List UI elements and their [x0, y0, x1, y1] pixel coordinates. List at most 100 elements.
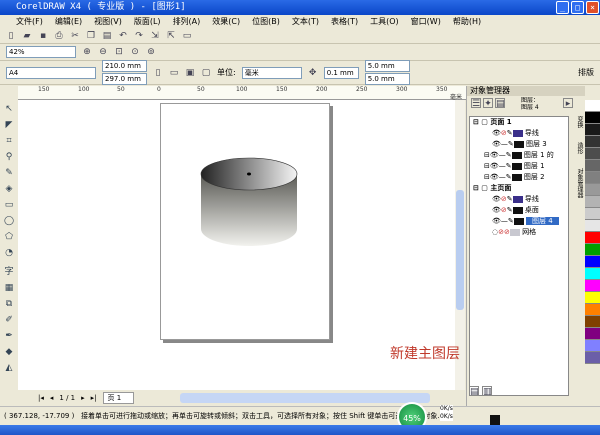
- layer-row[interactable]: ⊟👁—✎ 图层 1 的: [484, 150, 554, 161]
- layer-row-selected[interactable]: 👁—✎ 图层 4: [492, 216, 559, 227]
- cut-icon[interactable]: ✂: [70, 31, 80, 41]
- palette-swatch[interactable]: [585, 352, 600, 364]
- menu-layout[interactable]: 版面(L): [134, 15, 161, 28]
- redo-icon[interactable]: ↷: [134, 31, 144, 41]
- zoom-all-icon[interactable]: ⊙: [130, 47, 140, 57]
- palette-swatch[interactable]: [585, 124, 600, 136]
- zoom-selected-icon[interactable]: ⊡: [114, 47, 124, 57]
- palette-swatch[interactable]: [585, 220, 600, 232]
- interactive-fill-icon[interactable]: ◭: [6, 363, 13, 373]
- paper-height-input[interactable]: 297.0 mm: [102, 73, 147, 85]
- palette-swatch[interactable]: [585, 100, 600, 112]
- tab-transform[interactable]: 变换: [573, 116, 585, 128]
- new-icon[interactable]: ▯: [6, 31, 16, 41]
- export-icon[interactable]: ⇱: [166, 31, 176, 41]
- duplicate-y-input[interactable]: 5.0 mm: [364, 73, 410, 85]
- paper-size-select[interactable]: A4: [6, 66, 96, 79]
- palette-swatch[interactable]: [585, 172, 600, 184]
- palette-swatch[interactable]: [585, 196, 600, 208]
- duplicate-x-input[interactable]: 5.0 mm: [364, 60, 410, 72]
- landscape-icon[interactable]: ▭: [169, 68, 179, 78]
- layer-row[interactable]: 👁—✎ 图层 3: [492, 139, 547, 150]
- crop-tool-icon[interactable]: ⌗: [6, 136, 11, 146]
- menu-tools[interactable]: 工具(O): [370, 15, 399, 28]
- menu-table[interactable]: 表格(T): [331, 15, 358, 28]
- palette-swatch[interactable]: [585, 280, 600, 292]
- edit-across-layers-icon[interactable]: ✦: [483, 98, 493, 109]
- document-page[interactable]: [160, 103, 330, 340]
- tree-master-page[interactable]: ⊟ ▢ 主页面: [473, 183, 511, 194]
- paste-icon[interactable]: ▤: [102, 31, 112, 41]
- layer-row[interactable]: 👁⊘✎ 桌面: [492, 205, 539, 216]
- menu-help[interactable]: 帮助(H): [453, 15, 481, 28]
- print-icon[interactable]: ⎙: [54, 31, 64, 41]
- current-page-icon[interactable]: ▢: [201, 68, 211, 78]
- all-pages-icon[interactable]: ▣: [185, 68, 195, 78]
- pick-tool-icon[interactable]: ↖: [5, 104, 13, 114]
- menu-window[interactable]: 窗口(W): [411, 15, 441, 28]
- tree-page-1[interactable]: ⊟ ▢ 页面 1: [473, 117, 512, 128]
- close-button[interactable]: ×: [586, 1, 599, 14]
- freehand-tool-icon[interactable]: ✎: [5, 168, 13, 178]
- menu-text[interactable]: 文本(T): [292, 15, 319, 28]
- paper-width-input[interactable]: 210.0 mm: [102, 60, 147, 72]
- basic-shapes-icon[interactable]: ◔: [5, 248, 13, 258]
- outline-tool-icon[interactable]: ✒: [5, 331, 13, 341]
- options-button[interactable]: 排版: [578, 67, 594, 78]
- layer-manager-view-icon[interactable]: ▤: [495, 98, 505, 109]
- portrait-icon[interactable]: ▯: [153, 68, 163, 78]
- undo-icon[interactable]: ↶: [118, 31, 128, 41]
- rectangle-tool-icon[interactable]: ▭: [5, 200, 14, 210]
- tab-object-manager[interactable]: 对象管理器: [573, 168, 585, 198]
- palette-swatch[interactable]: [585, 148, 600, 160]
- maximize-button[interactable]: □: [571, 1, 584, 14]
- fill-tool-icon[interactable]: ◆: [6, 347, 13, 357]
- publish-pdf-icon[interactable]: ▭: [182, 31, 192, 41]
- layer-row[interactable]: ◌⊘⊘ 网格: [492, 227, 536, 238]
- horizontal-scrollbar[interactable]: [180, 393, 431, 403]
- palette-swatch[interactable]: [585, 184, 600, 196]
- shape-tool-icon[interactable]: ◤: [6, 120, 13, 130]
- palette-swatch[interactable]: [585, 292, 600, 304]
- new-layer-icon[interactable]: ▤: [469, 386, 479, 397]
- nudge-input[interactable]: 0.1 mm: [323, 66, 359, 79]
- palette-swatch[interactable]: [585, 340, 600, 352]
- layer-row[interactable]: ⊟👁—✎ 图层 1: [484, 161, 545, 172]
- zoom-tool-icon[interactable]: ⚲: [6, 152, 13, 162]
- new-master-layer-icon[interactable]: ▥: [482, 386, 492, 397]
- palette-swatch[interactable]: [585, 112, 600, 124]
- docker-menu-icon[interactable]: ▸: [563, 98, 573, 109]
- menu-edit[interactable]: 编辑(E): [55, 15, 82, 28]
- import-icon[interactable]: ⇲: [150, 31, 160, 41]
- next-page-icon[interactable]: ▸: [81, 394, 85, 402]
- outline-color-swatch[interactable]: [490, 415, 500, 425]
- palette-swatch[interactable]: [585, 304, 600, 316]
- save-icon[interactable]: ▪: [38, 31, 48, 41]
- palette-swatch[interactable]: [585, 256, 600, 268]
- show-properties-icon[interactable]: ☰: [471, 98, 481, 109]
- palette-swatch[interactable]: [585, 136, 600, 148]
- scroll-thumb[interactable]: [456, 190, 464, 310]
- palette-swatch[interactable]: [585, 244, 600, 256]
- layer-row[interactable]: 👁⊘✎ 导线: [492, 194, 539, 205]
- menu-arrange[interactable]: 排列(A): [173, 15, 201, 28]
- menu-bitmaps[interactable]: 位图(B): [252, 15, 280, 28]
- menu-view[interactable]: 视图(V): [94, 15, 122, 28]
- tab-shaping[interactable]: 造形: [573, 142, 585, 154]
- text-tool-icon[interactable]: 字: [4, 264, 13, 277]
- palette-swatch[interactable]: [585, 160, 600, 172]
- page-tab[interactable]: 页 1: [102, 392, 135, 404]
- open-icon[interactable]: ▰: [22, 31, 32, 41]
- smart-fill-icon[interactable]: ◈: [6, 184, 13, 194]
- layer-row[interactable]: 👁⊘✎ 导线: [492, 128, 539, 139]
- palette-swatch[interactable]: [585, 328, 600, 340]
- zoom-select[interactable]: 42%: [6, 46, 76, 58]
- menu-file[interactable]: 文件(F): [16, 15, 43, 28]
- cylinder-drawing[interactable]: [161, 104, 331, 341]
- palette-swatch[interactable]: [585, 316, 600, 328]
- zoom-out-icon[interactable]: ⊖: [98, 47, 108, 57]
- blend-tool-icon[interactable]: ⧉: [6, 299, 12, 309]
- units-select[interactable]: 毫米: [241, 66, 302, 79]
- minimize-button[interactable]: _: [556, 1, 569, 14]
- menu-effects[interactable]: 效果(C): [212, 15, 240, 28]
